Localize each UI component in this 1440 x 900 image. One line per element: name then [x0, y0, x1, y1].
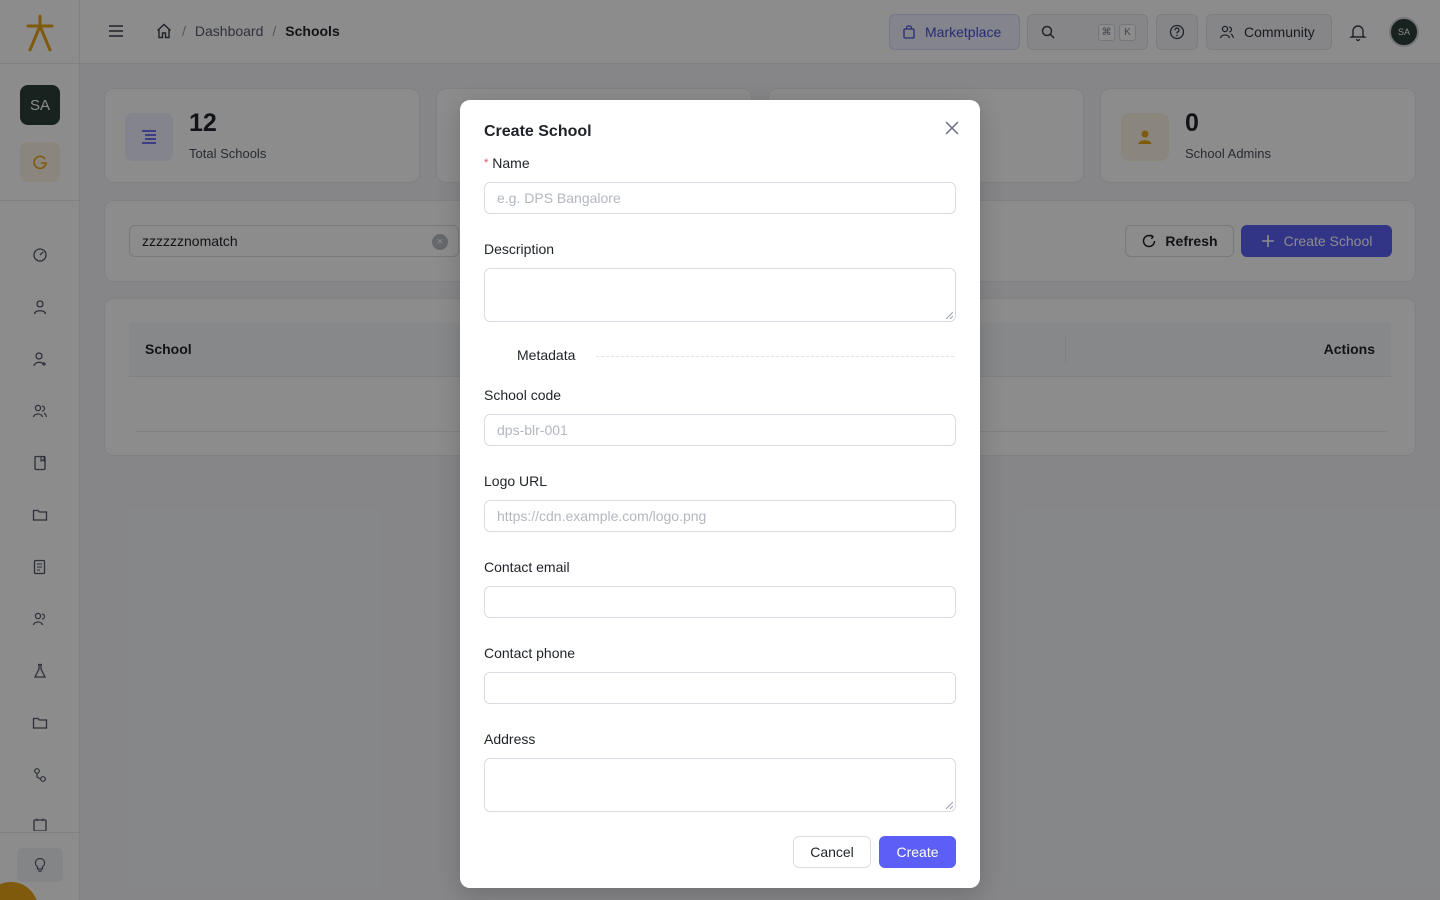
create-button[interactable]: Create — [879, 836, 956, 868]
description-textarea[interactable] — [484, 268, 956, 322]
logo-url-placeholder: https://cdn.example.com/logo.png — [497, 508, 707, 524]
logo-url-label: Logo URL — [484, 473, 548, 489]
metadata-divider: Metadata — [484, 346, 956, 366]
contact-email-label: Contact email — [484, 559, 570, 575]
address-textarea[interactable] — [484, 758, 956, 812]
contact-phone-label: Contact phone — [484, 645, 576, 661]
contact-email-input[interactable] — [484, 586, 956, 618]
name-label: * Name — [484, 155, 530, 171]
description-label: Description — [484, 241, 555, 257]
resize-handle-icon[interactable] — [945, 801, 953, 809]
create-school-modal: Create School * Name e.g. DPS Bangalore D… — [460, 100, 980, 888]
name-label-text: Name — [492, 155, 530, 171]
metadata-heading: Metadata — [517, 347, 576, 363]
address-label: Address — [484, 731, 536, 747]
logo-url-input[interactable]: https://cdn.example.com/logo.png — [484, 500, 956, 532]
resize-handle-icon[interactable] — [945, 311, 953, 319]
modal-title: Create School — [484, 123, 592, 140]
divider-line — [596, 356, 954, 357]
school-code-input[interactable]: dps-blr-001 — [484, 414, 956, 446]
school-code-label: School code — [484, 387, 562, 403]
close-icon[interactable] — [944, 120, 960, 136]
required-mark: * — [484, 157, 489, 169]
cancel-button[interactable]: Cancel — [793, 836, 871, 868]
school-code-placeholder: dps-blr-001 — [497, 422, 568, 438]
name-placeholder: e.g. DPS Bangalore — [497, 190, 621, 206]
contact-phone-input[interactable] — [484, 672, 956, 704]
name-input[interactable]: e.g. DPS Bangalore — [484, 182, 956, 214]
